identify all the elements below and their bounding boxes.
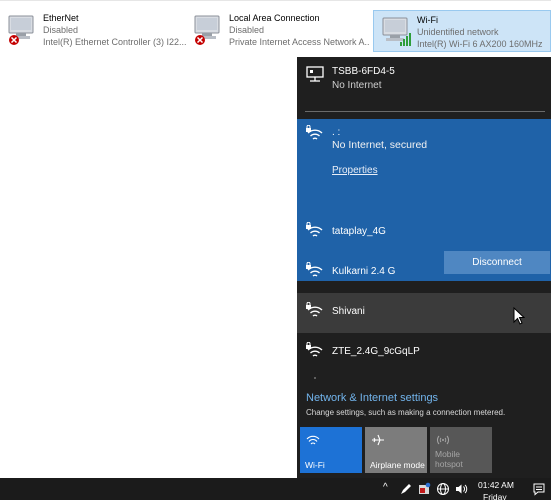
adapter-status: Unidentified network	[417, 27, 499, 37]
network-name: tataplay_4G	[332, 226, 386, 237]
network-item[interactable]: Kulkarni 2.4 G	[297, 253, 551, 293]
adapter-status: Disabled	[43, 25, 79, 35]
adapter-wifi[interactable]: Wi-Fi Unidentified network Intel(R) Wi-F…	[373, 10, 551, 52]
taskbar: ^ 01:42 AM Friday	[0, 478, 551, 500]
network-item-tsbb[interactable]: TSBB-6FD4-5 No Internet	[297, 57, 551, 107]
network-item-partial[interactable]	[297, 373, 551, 385]
quick-action-label: Mobile hotspot	[435, 449, 463, 469]
notifications-icon[interactable]	[532, 482, 546, 496]
speaker-icon[interactable]	[454, 482, 468, 496]
ethernet-adapter-icon	[194, 15, 220, 45]
adapter-ethernet[interactable]: EtherNet Disabled Intel(R) Ethernet Cont…	[0, 9, 187, 51]
divider	[305, 111, 545, 112]
network-settings-link[interactable]: Network & Internet settings	[306, 392, 438, 404]
hotspot-icon	[437, 435, 449, 445]
network-name: ZTE_2.4G_9cGqLP	[332, 346, 420, 357]
taskbar-date[interactable]: Friday	[483, 492, 507, 500]
adapter-name: EtherNet	[43, 13, 79, 23]
adapter-local-area-connection[interactable]: Local Area Connection Disabled Private I…	[186, 9, 372, 51]
secured-wifi-icon	[306, 222, 323, 237]
mobile-hotspot-toggle[interactable]: Mobile hotspot	[430, 427, 492, 473]
adapter-name: Local Area Connection	[229, 13, 320, 23]
adapter-name: Wi-Fi	[417, 15, 438, 25]
network-item[interactable]: tataplay_4G	[297, 213, 551, 253]
adapter-device: Private Internet Access Network A...	[229, 37, 369, 47]
chevron-up-icon[interactable]: ^	[383, 483, 397, 497]
network-item[interactable]: ZTE_2.4G_9cGqLP	[297, 333, 551, 373]
adapter-device: Intel(R) Ethernet Controller (3) I22...	[43, 37, 187, 47]
network-settings-description: Change settings, such as making a connec…	[306, 408, 506, 417]
network-name: . :	[332, 127, 341, 138]
ethernet-icon	[306, 66, 324, 82]
secured-wifi-icon	[306, 302, 323, 317]
adapter-status: Disabled	[229, 25, 265, 35]
network-connections-list: EtherNet Disabled Intel(R) Ethernet Cont…	[0, 0, 551, 54]
wifi-adapter-icon	[382, 17, 411, 46]
pen-icon[interactable]	[399, 482, 413, 496]
secured-wifi-icon	[306, 342, 323, 357]
network-status: No Internet, secured	[332, 139, 428, 151]
network-status: No Internet	[332, 80, 382, 91]
network-name: TSBB-6FD4-5	[332, 66, 395, 77]
network-flyout: TSBB-6FD4-5 No Internet . : No Internet,…	[297, 57, 551, 478]
wifi-icon	[314, 377, 316, 379]
network-name: Kulkarni 2.4 G	[332, 266, 396, 277]
quick-action-label: Airplane mode	[370, 460, 425, 470]
network-name: Shivani	[332, 306, 365, 317]
airplane-icon	[372, 434, 384, 446]
ethernet-adapter-icon	[8, 15, 34, 45]
screen: EtherNet Disabled Intel(R) Ethernet Cont…	[0, 0, 551, 500]
quick-action-label: Wi-Fi	[305, 460, 325, 470]
mouse-cursor-icon	[513, 307, 525, 325]
airplane-mode-toggle[interactable]: Airplane mode	[365, 427, 427, 473]
app-tray-icon[interactable]	[417, 482, 431, 496]
adapter-device: Intel(R) Wi-Fi 6 AX200 160MHz	[417, 39, 543, 49]
secured-wifi-icon	[306, 125, 323, 140]
wifi-toggle[interactable]: Wi-Fi	[300, 427, 362, 473]
properties-link[interactable]: Properties	[332, 165, 378, 176]
globe-icon[interactable]	[436, 482, 450, 496]
taskbar-clock[interactable]: 01:42 AM	[478, 480, 514, 490]
wifi-icon	[306, 435, 320, 445]
secured-wifi-icon	[306, 262, 323, 277]
